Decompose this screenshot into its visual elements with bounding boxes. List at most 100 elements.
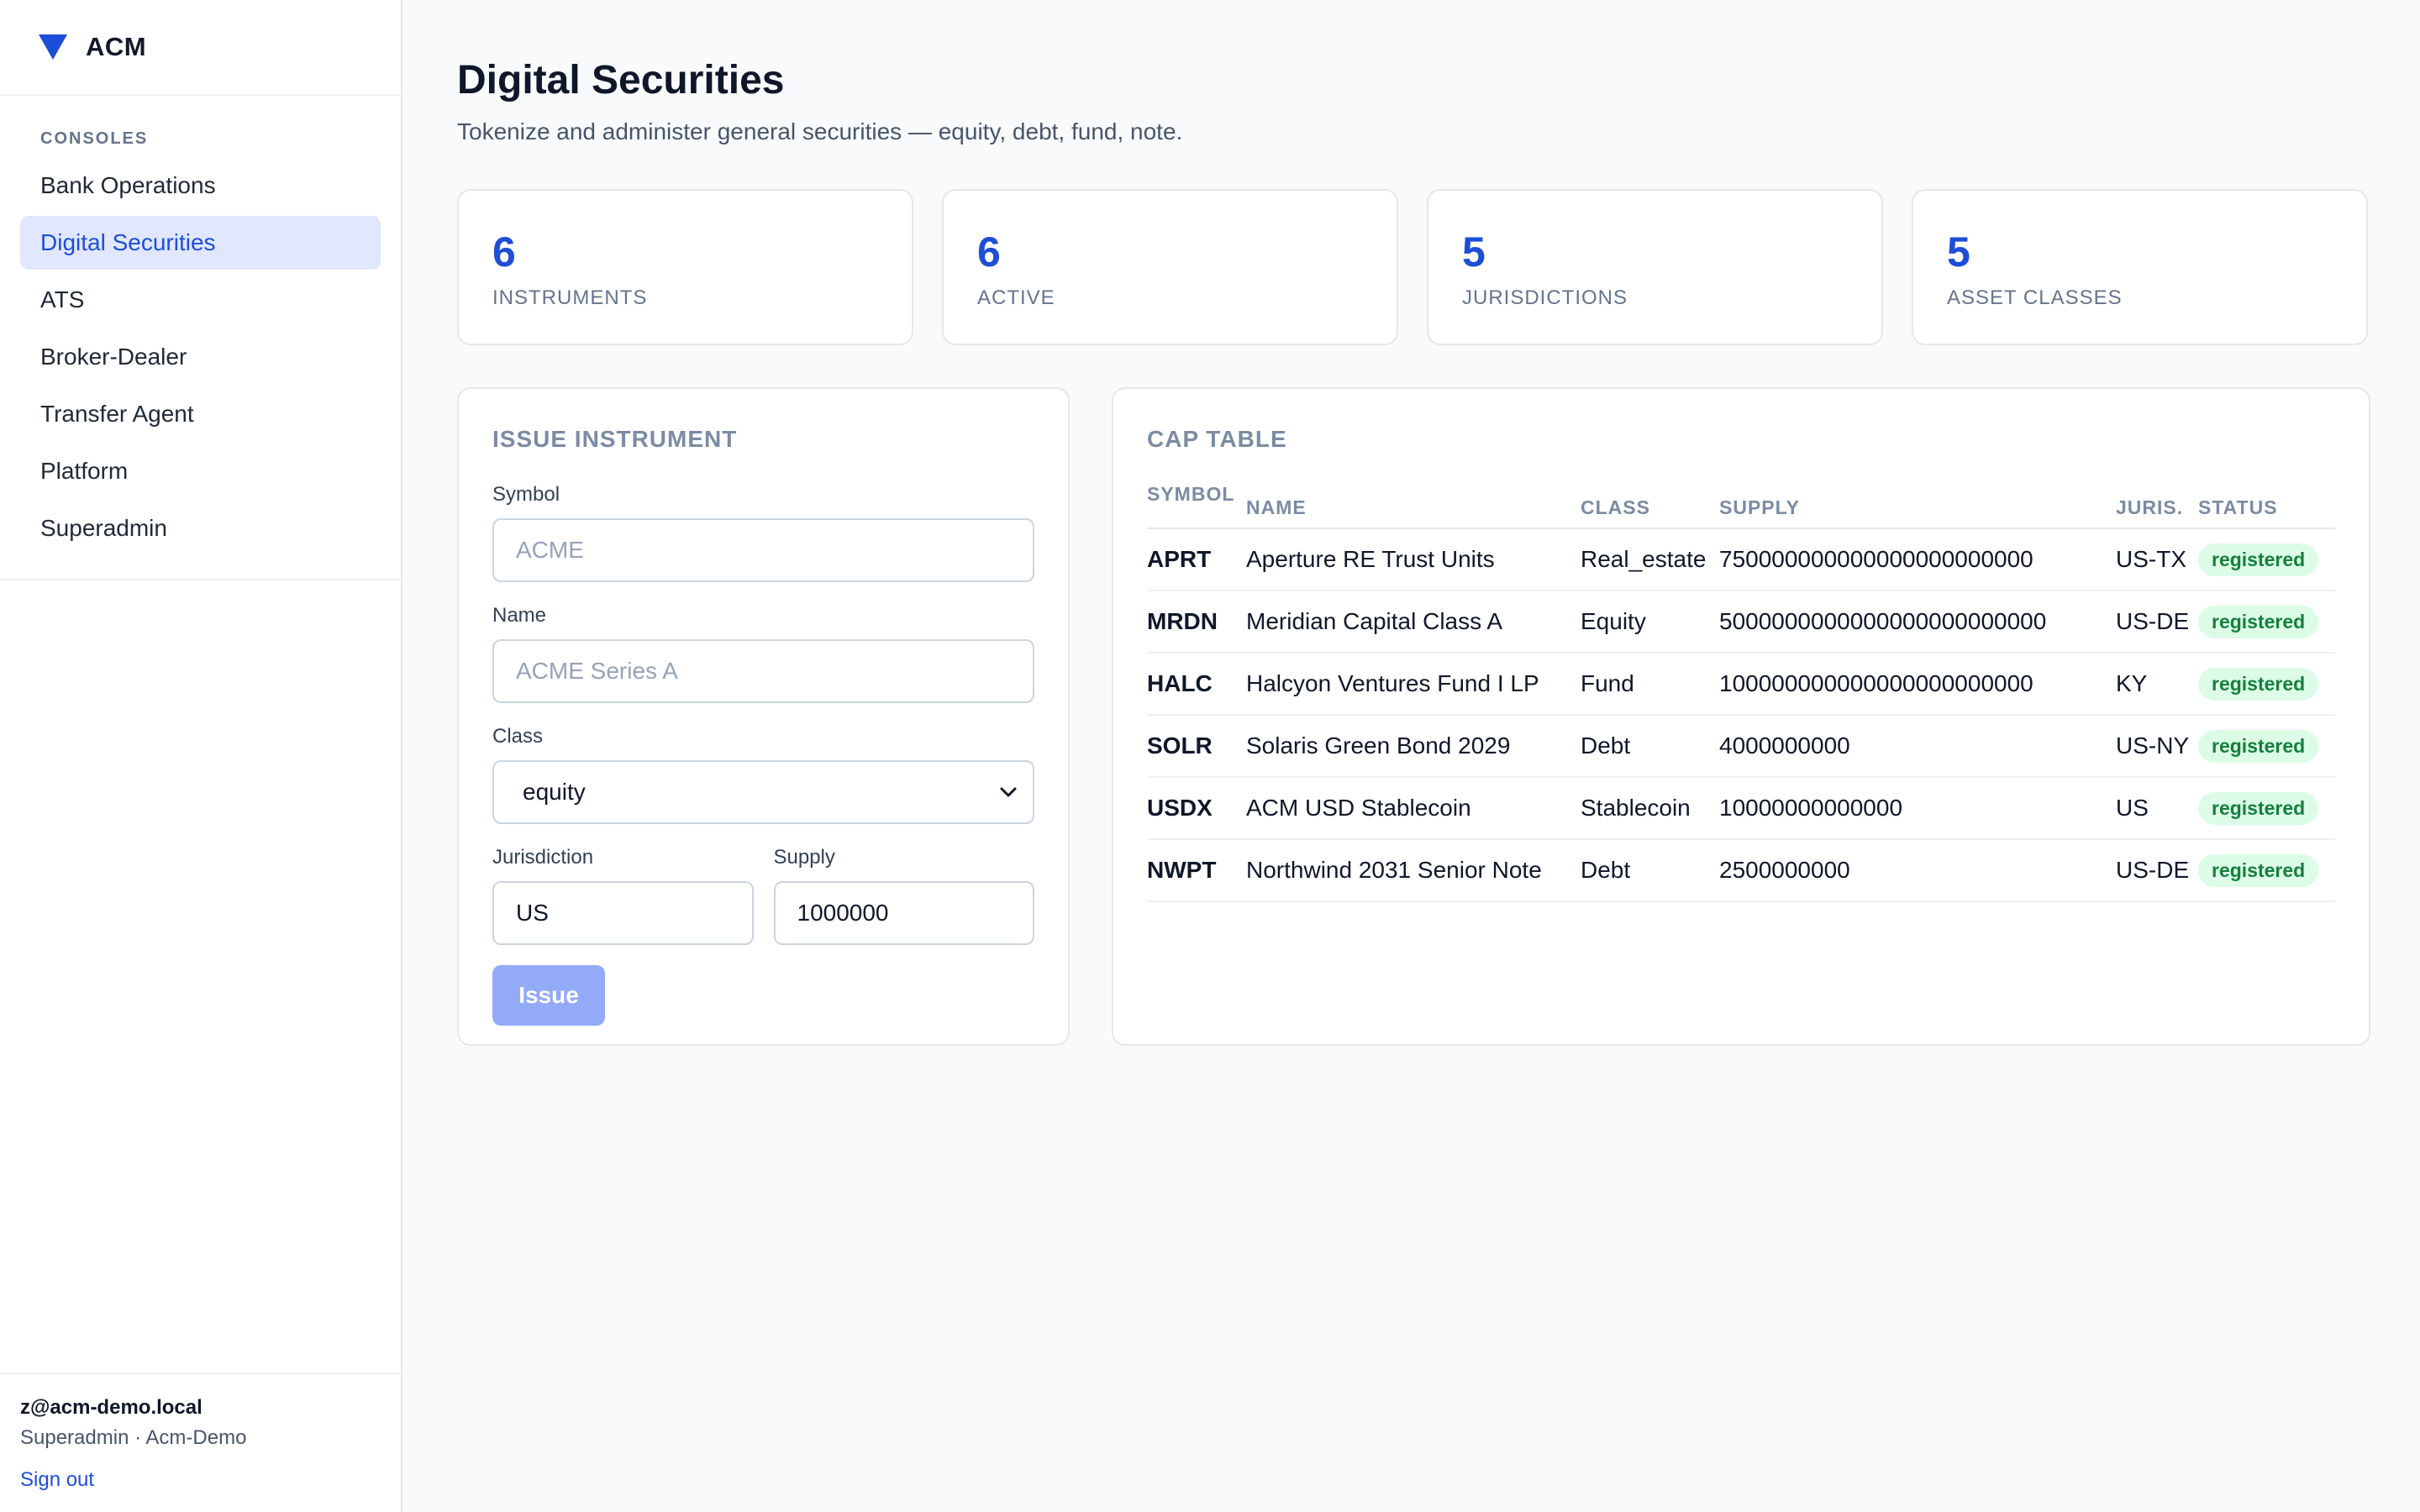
name-field-group: Name ACME Series A xyxy=(492,604,1034,703)
cell-status: registered xyxy=(2198,653,2335,716)
nav-section-label: CONSOLES xyxy=(40,129,149,148)
page-subtitle: Tokenize and administer general securiti… xyxy=(457,118,1183,144)
cell-name: Northwind 2031 Senior Note xyxy=(1246,839,1581,902)
cell-juris: KY xyxy=(2116,653,2198,716)
jurisdiction-field-group: Jurisdiction US xyxy=(492,846,754,945)
cell-juris: US-TX xyxy=(2116,528,2198,591)
cell-status: registered xyxy=(2198,528,2335,591)
cell-status: registered xyxy=(2198,839,2335,902)
column-header-status: STATUS xyxy=(2198,483,2335,529)
sign-out-link[interactable]: Sign out xyxy=(20,1468,381,1492)
sidebar-item-transfer-agent[interactable]: Transfer Agent xyxy=(20,387,381,441)
table-header-row: SYMBOL NAME CLASS SUPPLY JURIS. STATUS xyxy=(1147,483,2335,529)
cell-class: Real_estate xyxy=(1581,528,1719,591)
cell-symbol: MRDN xyxy=(1147,591,1246,654)
cell-supply: 2500000000 xyxy=(1719,839,2116,902)
cap-table-panel: CAP TABLE SYMBOL NAME CLASS SUPPLY JURIS… xyxy=(1112,387,2370,1046)
cell-symbol: SOLR xyxy=(1147,715,1246,778)
cap-table: SYMBOL NAME CLASS SUPPLY JURIS. STATUS A… xyxy=(1147,483,2335,902)
stat-label: JURISDICTIONS xyxy=(1462,286,1628,309)
sidebar-item-broker-dealer[interactable]: Broker-Dealer xyxy=(20,330,381,384)
jurisdiction-supply-row: Jurisdiction US Supply 1000000 xyxy=(492,846,1034,967)
status-badge: registered xyxy=(2198,853,2319,887)
sidebar-item-platform[interactable]: Platform xyxy=(20,444,381,498)
cell-name: Meridian Capital Class A xyxy=(1246,591,1581,654)
sidebar-item-bank-operations[interactable]: Bank Operations xyxy=(20,159,381,213)
status-badge: registered xyxy=(2198,667,2319,701)
cell-juris: US-DE xyxy=(2116,839,2198,902)
stat-label: INSTRUMENTS xyxy=(492,286,648,309)
sidebar-item-ats[interactable]: ATS xyxy=(20,273,381,327)
stat-card-jurisdictions: 5 JURISDICTIONS xyxy=(1427,189,1883,345)
chevron-down-icon xyxy=(999,786,1018,798)
name-input[interactable]: ACME Series A xyxy=(492,639,1034,703)
app-root: ACM CONSOLES Bank Operations Digital Sec… xyxy=(0,0,2420,1512)
page-title: Digital Securities xyxy=(457,58,785,102)
stat-card-instruments: 6 INSTRUMENTS xyxy=(457,189,913,345)
sidebar-item-superadmin[interactable]: Superadmin xyxy=(20,501,381,555)
cell-supply: 4000000000 xyxy=(1719,715,2116,778)
table-row[interactable]: HALC Halcyon Ventures Fund I LP Fund 100… xyxy=(1147,653,2335,716)
table-row[interactable]: MRDN Meridian Capital Class A Equity 500… xyxy=(1147,591,2335,654)
cell-status: registered xyxy=(2198,777,2335,840)
column-header-class: CLASS xyxy=(1581,483,1719,529)
class-field-group: Class equity xyxy=(492,725,1034,824)
cell-symbol: NWPT xyxy=(1147,839,1246,902)
table-row[interactable]: SOLR Solaris Green Bond 2029 Debt 400000… xyxy=(1147,715,2335,778)
cell-supply: 750000000000000000000000 xyxy=(1719,528,2116,591)
stat-value: 6 xyxy=(492,228,516,276)
stat-card-asset-classes: 5 ASSET CLASSES xyxy=(1912,189,2368,345)
class-select[interactable]: equity xyxy=(492,760,1034,824)
table-row[interactable]: NWPT Northwind 2031 Senior Note Debt 250… xyxy=(1147,839,2335,902)
symbol-input[interactable]: ACME xyxy=(492,518,1034,582)
cell-juris: US-NY xyxy=(2116,715,2198,778)
user-panel: z@acm-demo.local Superadmin · Acm-Demo S… xyxy=(0,1373,401,1512)
supply-input[interactable]: 1000000 xyxy=(773,881,1034,945)
jurisdiction-label: Jurisdiction xyxy=(492,846,594,869)
table-row[interactable]: APRT Aperture RE Trust Units Real_estate… xyxy=(1147,528,2335,591)
stat-label: ASSET CLASSES xyxy=(1947,286,2123,309)
issue-instrument-panel: ISSUE INSTRUMENT Symbol ACME Name ACME S… xyxy=(457,387,1070,1046)
table-row[interactable]: USDX ACM USD Stablecoin Stablecoin 10000… xyxy=(1147,777,2335,840)
sidebar-item-digital-securities[interactable]: Digital Securities xyxy=(20,216,381,270)
stat-label: ACTIVE xyxy=(977,286,1055,309)
cell-name: Aperture RE Trust Units xyxy=(1246,528,1581,591)
stat-value: 6 xyxy=(977,228,1001,276)
status-badge: registered xyxy=(2198,543,2319,576)
status-badge: registered xyxy=(2198,791,2319,825)
cell-name: ACM USD Stablecoin xyxy=(1246,777,1581,840)
status-badge: registered xyxy=(2198,605,2319,638)
cell-supply: 100000000000000000000000 xyxy=(1719,653,2116,716)
cell-symbol: USDX xyxy=(1147,777,1246,840)
sidebar-nav: CONSOLES Bank Operations Digital Securit… xyxy=(0,96,401,580)
class-select-value: equity xyxy=(523,779,586,805)
main-content: Digital Securities Tokenize and administ… xyxy=(402,0,2420,1512)
cell-juris: US xyxy=(2116,777,2198,840)
jurisdiction-input[interactable]: US xyxy=(492,881,754,945)
user-email: z@acm-demo.local xyxy=(20,1396,203,1419)
cell-symbol: HALC xyxy=(1147,653,1246,716)
sidebar: ACM CONSOLES Bank Operations Digital Sec… xyxy=(0,0,402,1512)
brand-header: ACM xyxy=(0,0,401,96)
cell-symbol: APRT xyxy=(1147,528,1246,591)
issue-button[interactable]: Issue xyxy=(492,965,605,1026)
cell-status: registered xyxy=(2198,591,2335,654)
column-header-name: NAME xyxy=(1246,483,1581,529)
cell-supply: 5000000000000000000000000 xyxy=(1719,591,2116,654)
stats-row: 6 INSTRUMENTS 6 ACTIVE 5 JURISDICTIONS 5… xyxy=(457,189,2370,345)
name-label: Name xyxy=(492,604,547,627)
cell-class: Equity xyxy=(1581,591,1719,654)
supply-field-group: Supply 1000000 xyxy=(773,846,1034,945)
cap-table-title: CAP TABLE xyxy=(1147,426,1287,452)
class-label: Class xyxy=(492,725,544,748)
issue-panel-title: ISSUE INSTRUMENT xyxy=(492,426,738,452)
cell-class: Stablecoin xyxy=(1581,777,1719,840)
panels-row: ISSUE INSTRUMENT Symbol ACME Name ACME S… xyxy=(457,387,2370,1046)
symbol-field-group: Symbol ACME xyxy=(492,483,1034,582)
status-badge: registered xyxy=(2198,729,2319,763)
cell-juris: US-DE xyxy=(2116,591,2198,654)
column-header-supply: SUPPLY xyxy=(1719,483,2116,529)
triangle-logo-icon xyxy=(39,34,67,60)
stat-value: 5 xyxy=(1462,228,1486,276)
cell-class: Fund xyxy=(1581,653,1719,716)
